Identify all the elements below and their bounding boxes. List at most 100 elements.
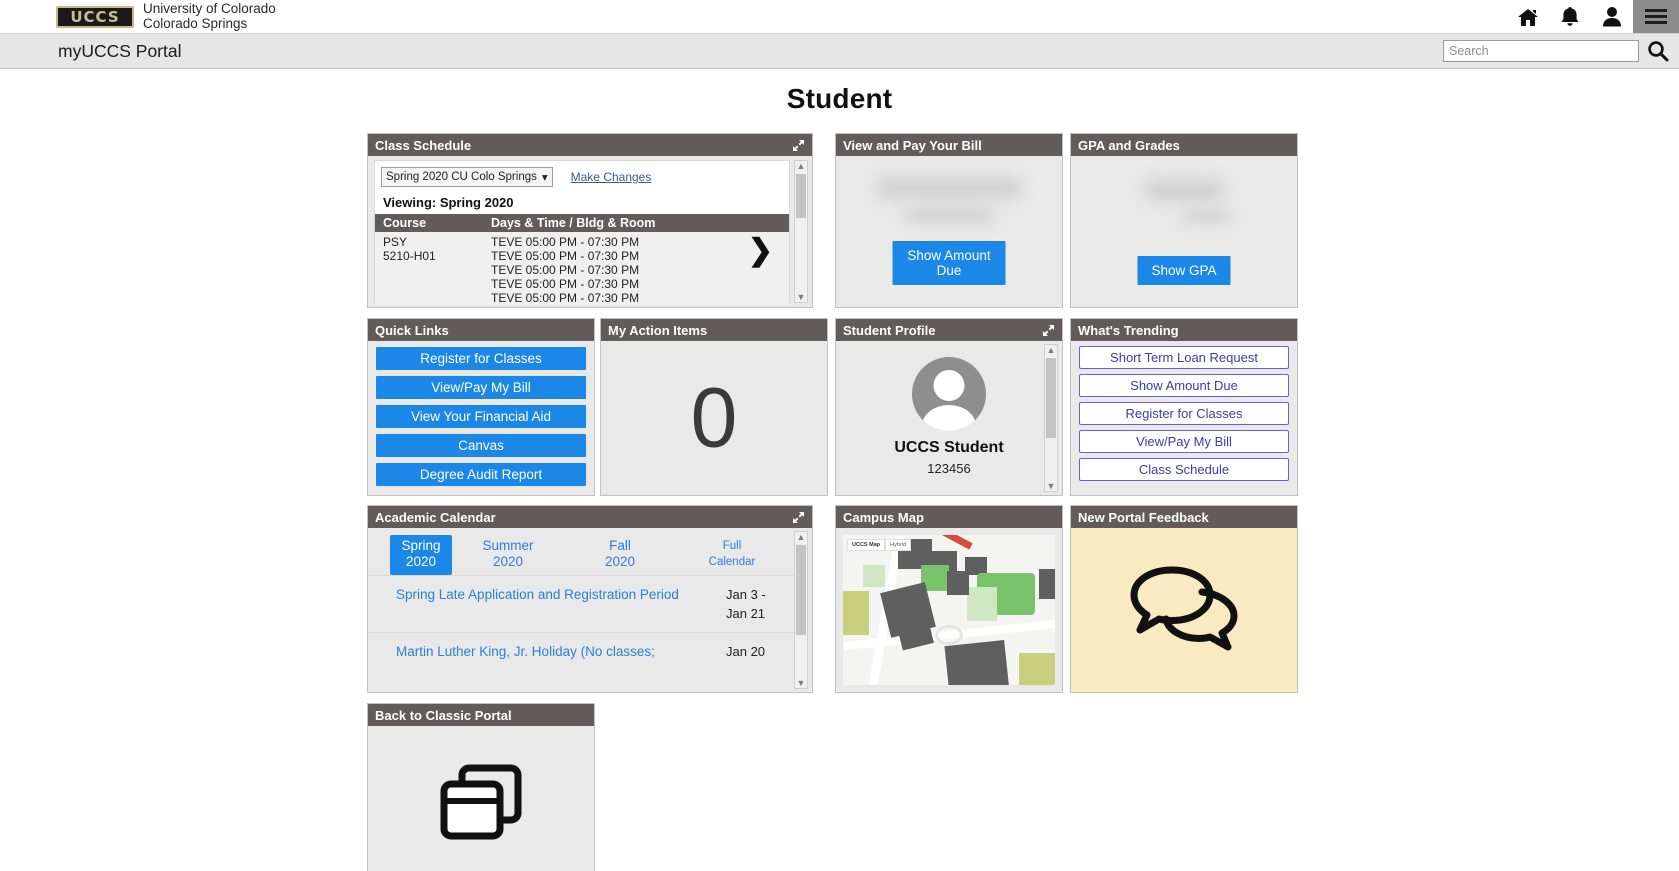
class-schedule-panel: Spring 2020 CU Colo Springs ▾ Make Chang… <box>374 160 790 305</box>
hamburger-bar-1 <box>1645 9 1667 12</box>
card-body-classic-portal[interactable] <box>368 726 594 871</box>
campus-map-image[interactable]: UCCS Map Hybrid <box>843 535 1055 685</box>
brand-icon-group <box>1507 0 1679 33</box>
card-class-schedule: Class Schedule Spring 2020 CU Colo Sprin… <box>367 133 813 308</box>
scrollbar-thumb[interactable] <box>1046 358 1056 438</box>
bell-icon[interactable] <box>1549 0 1591 33</box>
card-body-whats-trending: Short Term Loan Request Show Amount Due … <box>1071 341 1297 495</box>
tab-summer-2020-line2: 2020 <box>492 554 524 569</box>
tab-fall-2020-line1: Fall <box>609 538 631 553</box>
trending-class-schedule[interactable]: Class Schedule <box>1079 458 1289 481</box>
card-header-quick-links: Quick Links <box>368 319 594 341</box>
hamburger-icon[interactable] <box>1633 0 1679 33</box>
trending-show-amount-due[interactable]: Show Amount Due <box>1079 374 1289 397</box>
search-area <box>1443 38 1671 64</box>
card-body-student-profile: UCCS Student 123456 ▲ ▼ <box>836 341 1062 495</box>
tab-summer-2020[interactable]: Summer 2020 <box>452 535 564 575</box>
card-body-bill: Show Amount Due <box>836 156 1062 307</box>
card-header-campus-map: Campus Map <box>836 506 1062 528</box>
home-icon[interactable] <box>1507 0 1549 33</box>
card-header-gpa: GPA and Grades <box>1071 134 1297 156</box>
card-header-student-profile: Student Profile <box>836 319 1062 341</box>
term-select[interactable]: Spring 2020 CU Colo Springs ▾ <box>381 167 553 187</box>
class-schedule-viewing: Viewing: Spring 2020 <box>383 195 514 210</box>
quick-link-view-pay-my-bill[interactable]: View/Pay My Bill <box>376 376 586 399</box>
avatar-body <box>922 405 976 431</box>
quick-link-degree-audit-report[interactable]: Degree Audit Report <box>376 463 586 486</box>
scroll-up-icon[interactable]: ▲ <box>797 532 806 542</box>
meeting-time: TEVE 05:00 PM - 07:30 PM <box>491 277 640 291</box>
calendar-event-name[interactable]: Spring Late Application and Registration… <box>396 585 716 604</box>
student-profile-scrollbar[interactable]: ▲ ▼ <box>1044 344 1058 492</box>
make-changes-link[interactable]: Make Changes <box>571 170 652 184</box>
scrollbar-thumb[interactable] <box>796 174 806 218</box>
speech-bubbles-icon[interactable] <box>1128 562 1240 659</box>
tab-spring-2020[interactable]: Spring 2020 <box>390 535 452 575</box>
expand-icon[interactable] <box>791 510 805 524</box>
card-title-academic-calendar: Academic Calendar <box>375 509 496 525</box>
scroll-up-icon[interactable]: ▲ <box>797 161 806 171</box>
scroll-down-icon[interactable]: ▼ <box>1047 481 1056 491</box>
tab-full-calendar[interactable]: Full Calendar <box>676 535 788 575</box>
expand-icon[interactable] <box>791 138 805 152</box>
windows-stack-icon[interactable] <box>438 762 524 847</box>
portal-title: myUCCS Portal <box>58 40 182 61</box>
avatar-head <box>933 370 965 401</box>
quick-link-view-financial-aid[interactable]: View Your Financial Aid <box>376 405 586 428</box>
card-body-campus-map[interactable]: UCCS Map Hybrid <box>836 528 1062 692</box>
brand-bar: UCCS University of Colorado Colorado Spr… <box>0 0 1679 33</box>
tab-full-calendar-line2: Calendar <box>708 556 756 568</box>
card-header-classic-portal: Back to Classic Portal <box>368 704 594 726</box>
search-icon[interactable] <box>1645 38 1671 64</box>
trending-short-term-loan-request[interactable]: Short Term Loan Request <box>1079 346 1289 369</box>
card-view-pay-bill: View and Pay Your Bill Show Amount Due <box>835 133 1063 308</box>
academic-calendar-scrollbar[interactable]: ▲ ▼ <box>794 531 808 689</box>
person-icon[interactable] <box>1591 0 1633 33</box>
map-toggle-uccs[interactable]: UCCS Map <box>847 539 886 551</box>
uccs-logo-mark: UCCS <box>56 5 134 28</box>
cell-times: TEVE 05:00 PM - 07:30 PM TEVE 05:00 PM -… <box>491 235 639 305</box>
quick-link-register-for-classes[interactable]: Register for Classes <box>376 347 586 370</box>
card-title-gpa: GPA and Grades <box>1078 137 1180 153</box>
blurred-amount <box>879 178 1019 198</box>
tab-spring-2020-line1: Spring <box>401 538 441 553</box>
scroll-down-icon[interactable]: ▼ <box>797 292 806 302</box>
scroll-up-icon[interactable]: ▲ <box>1047 345 1056 355</box>
card-my-action-items: My Action Items 0 <box>600 318 828 496</box>
map-building <box>896 615 934 651</box>
course-subject: PSY <box>383 235 408 249</box>
card-title-student-profile: Student Profile <box>843 322 936 338</box>
scroll-down-icon[interactable]: ▼ <box>797 678 806 688</box>
trending-register-for-classes[interactable]: Register for Classes <box>1079 402 1289 425</box>
card-academic-calendar: Academic Calendar Spring 2020 Summer 202… <box>367 505 813 693</box>
class-schedule-scrollbar[interactable]: ▲ ▼ <box>794 160 808 303</box>
student-id: 123456 <box>927 461 971 476</box>
table-row[interactable]: PSY 5210-H01 TEVE 05:00 PM - 07:30 PM TE… <box>375 232 789 305</box>
avatar-circle <box>912 357 986 431</box>
card-gpa-grades: GPA and Grades Show GPA <box>1070 133 1298 308</box>
map-type-toggle[interactable]: UCCS Map Hybrid <box>847 539 912 551</box>
search-input[interactable] <box>1443 40 1639 62</box>
uccs-logo[interactable]: UCCS University of Colorado Colorado Spr… <box>56 1 276 31</box>
scrollbar-thumb[interactable] <box>796 545 806 635</box>
expand-icon[interactable] <box>1041 323 1055 337</box>
card-back-to-classic-portal: Back to Classic Portal <box>367 703 595 871</box>
quick-link-canvas[interactable]: Canvas <box>376 434 586 457</box>
tab-fall-2020[interactable]: Fall 2020 <box>564 535 676 575</box>
blurred-gpa <box>1147 180 1221 200</box>
calendar-event-row[interactable]: Martin Luther King, Jr. Holiday (No clas… <box>368 632 796 670</box>
hamburger-bar-2 <box>1645 15 1667 18</box>
card-campus-map: Campus Map UCCS Map Hybrid <box>835 505 1063 693</box>
card-body-portal-feedback[interactable] <box>1071 528 1297 692</box>
calendar-event-name[interactable]: Martin Luther King, Jr. Holiday (No clas… <box>396 642 716 661</box>
chevron-right-icon[interactable]: ❯ <box>748 236 773 266</box>
trending-view-pay-my-bill[interactable]: View/Pay My Bill <box>1079 430 1289 453</box>
university-name-line1: University of Colorado <box>143 1 276 16</box>
calendar-event-row[interactable]: Spring Late Application and Registration… <box>368 575 796 632</box>
meeting-time: TEVE 05:00 PM - 07:30 PM <box>491 291 640 305</box>
map-toggle-hybrid[interactable]: Hybrid <box>885 539 912 551</box>
show-gpa-button[interactable]: Show GPA <box>1137 256 1231 285</box>
show-amount-due-button[interactable]: Show Amount Due <box>892 241 1006 285</box>
map-olive-area <box>843 591 869 635</box>
map-field-light <box>967 587 997 621</box>
